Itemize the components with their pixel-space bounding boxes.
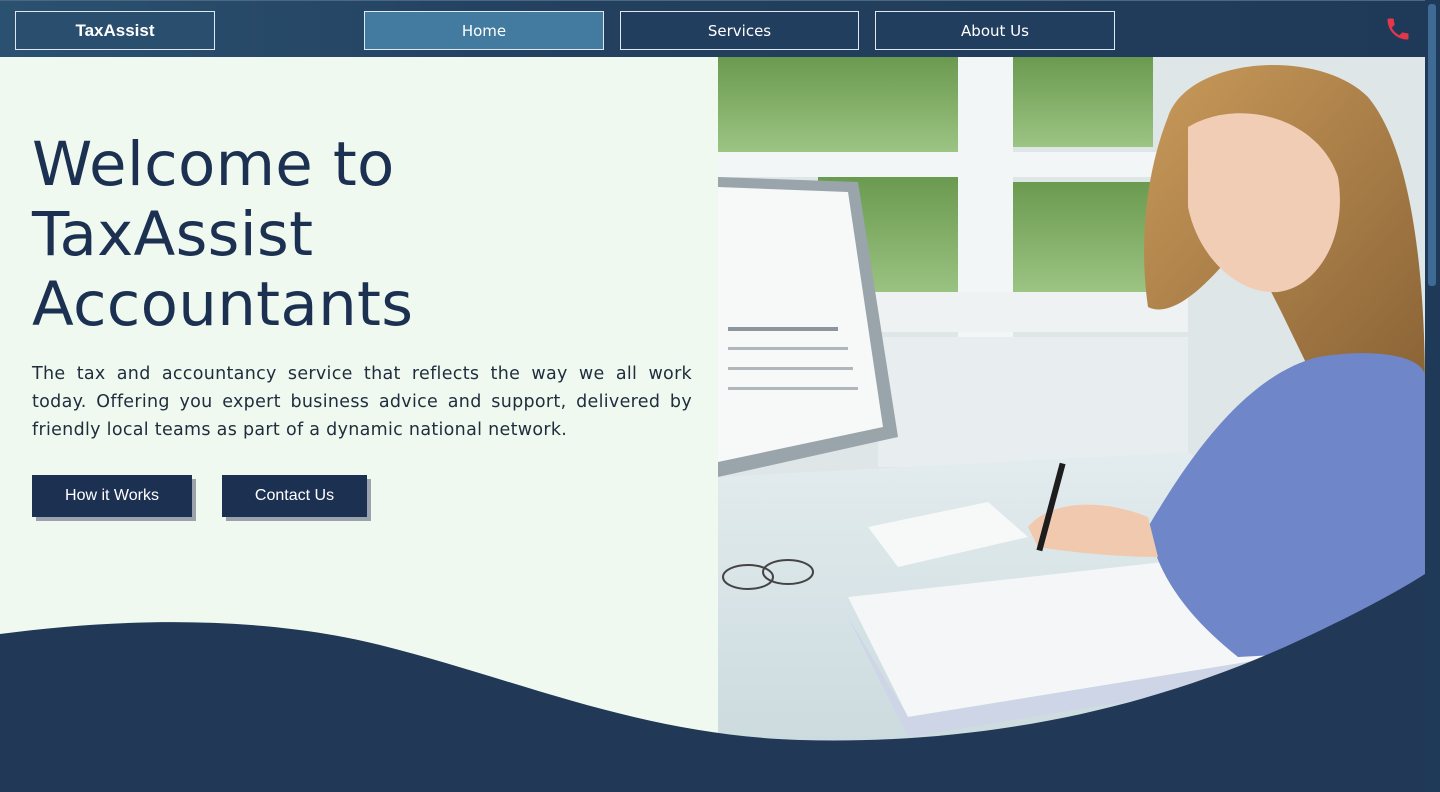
hero-title-line-1: Welcome to — [32, 129, 395, 200]
hero-wave-divider — [0, 574, 1425, 792]
nav-about-us[interactable]: About Us — [875, 11, 1115, 50]
hero-description: The tax and accountancy service that ref… — [32, 364, 692, 440]
top-navbar: TaxAssist Home Services About Us — [0, 0, 1440, 57]
nav-services[interactable]: Services — [620, 11, 859, 50]
how-it-works-button[interactable]: How it Works — [32, 475, 192, 517]
page-scrollbar[interactable] — [1425, 0, 1440, 792]
hero-title: Welcome to TaxAssist Accountants — [32, 130, 632, 340]
scrollbar-thumb[interactable] — [1428, 4, 1436, 286]
brand-logo[interactable]: TaxAssist — [15, 11, 215, 50]
nav-home[interactable]: Home — [364, 11, 604, 50]
hero-title-line-3: Accountants — [32, 269, 414, 340]
hero-title-line-2: TaxAssist — [32, 199, 314, 270]
contact-us-button[interactable]: Contact Us — [222, 475, 367, 517]
phone-icon[interactable] — [1384, 15, 1412, 43]
